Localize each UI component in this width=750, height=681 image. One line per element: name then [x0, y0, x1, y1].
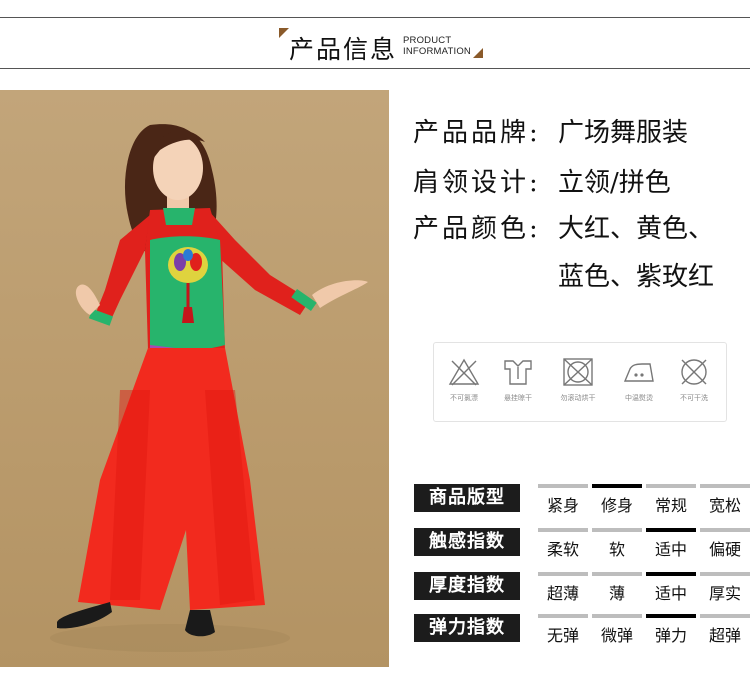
spec-bar: [538, 572, 588, 576]
spec-option: 弹力: [646, 614, 696, 646]
info-brand-value: 广场舞服装: [558, 118, 689, 148]
spec-option-label: 常规: [654, 496, 687, 515]
info-color-value-2: 蓝色、紫玫红: [558, 262, 715, 292]
spec-option: 紧身: [538, 484, 588, 516]
spec-selected-bar: [592, 484, 642, 488]
spec-bar: [538, 484, 588, 488]
info-color-label: 产品颜色:: [413, 214, 541, 244]
info-collar-label: 肩领设计:: [413, 168, 541, 198]
spec-bar: [700, 572, 750, 576]
spec-option-label: 偏硬: [708, 540, 741, 559]
spec-option-label: 宽松: [708, 496, 741, 515]
no-dry-clean-icon: [681, 359, 707, 385]
info-collar-row: 肩领设计: 立领/拼色: [413, 162, 671, 199]
spec-option-label: 适中: [654, 540, 687, 559]
header-corner-mark-right: [473, 48, 483, 58]
section-subtitle-line2: INFORMATION: [403, 46, 471, 57]
spec-option: 超弹: [700, 614, 750, 646]
info-brand-label: 产品品牌:: [413, 118, 541, 148]
spec-bar: [646, 484, 696, 488]
care-item-no-tumble-dry: 勿滚动烘干: [553, 357, 603, 403]
model-illustration: [50, 124, 368, 652]
info-collar-value: 立领/拼色: [558, 168, 671, 198]
spec-option: 软: [592, 528, 642, 560]
spec-selected-bar: [646, 528, 696, 532]
spec-option: 适中: [646, 572, 696, 604]
spec-selected-bar: [646, 572, 696, 576]
care-item-no-dry-clean: 不可干洗: [669, 357, 719, 403]
spec-option: 微弹: [592, 614, 642, 646]
spec-option-label: 无弹: [546, 626, 579, 645]
spec-option-label: 柔软: [546, 540, 579, 559]
spec-option-label: 薄: [608, 584, 625, 603]
spec-option: 修身: [592, 484, 642, 516]
product-photo: [0, 90, 389, 667]
spec-bar: [700, 484, 750, 488]
spec-option: 超薄: [538, 572, 588, 604]
spec-option-label: 超薄: [546, 584, 579, 603]
spec-option-label: 微弹: [600, 626, 633, 645]
spec-option: 薄: [592, 572, 642, 604]
spec-bar: [592, 614, 642, 618]
spec-option: 柔软: [538, 528, 588, 560]
spec-option: 无弹: [538, 614, 588, 646]
spec-label: 商品版型: [414, 484, 520, 512]
care-label-no-dry-clean: 不可干洗: [680, 394, 708, 402]
spec-option: 适中: [646, 528, 696, 560]
spec-selected-bar: [646, 614, 696, 618]
spec-label: 厚度指数: [414, 572, 520, 600]
spec-bar: [538, 528, 588, 532]
care-label-hang-dry: 悬挂晾干: [504, 394, 532, 402]
spec-option: 厚实: [700, 572, 750, 604]
spec-bar: [592, 528, 642, 532]
info-color-row: 产品颜色: 大红、黄色、: [413, 208, 714, 245]
header-top-line: [0, 17, 750, 18]
care-label-no-bleach: 不可氯漂: [450, 394, 478, 402]
care-label-medium-iron: 中温熨烫: [625, 394, 653, 402]
section-subtitle-line1: PRODUCT: [403, 35, 452, 46]
no-tumble-dry-icon: [563, 358, 593, 386]
header-corner-mark-left: [279, 28, 289, 38]
info-brand-row: 产品品牌: 广场舞服装: [413, 112, 688, 149]
spec-option-label: 超弹: [708, 626, 741, 645]
spec-option-label: 软: [608, 540, 625, 559]
spec-option-label: 厚实: [708, 584, 741, 603]
spec-option: 偏硬: [700, 528, 750, 560]
spec-option-label: 紧身: [546, 496, 579, 515]
section-subtitle: PRODUCT INFORMATION: [403, 35, 471, 57]
care-item-medium-iron: 中温熨烫: [614, 357, 664, 403]
section-title: 产品信息: [289, 35, 398, 64]
header-bottom-line: [0, 68, 750, 69]
spec-label: 弹力指数: [414, 614, 520, 642]
info-color-value: 大红、黄色、: [558, 214, 715, 244]
no-bleach-icon: [448, 358, 480, 386]
medium-iron-icon: [623, 363, 654, 382]
spec-option: 常规: [646, 484, 696, 516]
hang-dry-icon: [504, 360, 532, 385]
care-item-hang-dry: 悬挂晾干: [493, 357, 543, 403]
spec-bar: [700, 614, 750, 618]
spec-option: 宽松: [700, 484, 750, 516]
spec-bar: [538, 614, 588, 618]
spec-option-label: 修身: [600, 496, 633, 515]
spec-label: 触感指数: [414, 528, 520, 556]
spec-option-label: 弹力: [654, 626, 687, 645]
care-instructions-panel: 不可氯漂 悬挂晾干 勿滚动烘干 中温熨烫 不可干洗: [433, 342, 727, 422]
spec-option-label: 适中: [654, 584, 687, 603]
care-item-no-bleach: 不可氯漂: [439, 357, 489, 403]
spec-bar: [700, 528, 750, 532]
care-label-no-tumble-dry: 勿滚动烘干: [560, 394, 596, 402]
spec-bar: [592, 572, 642, 576]
